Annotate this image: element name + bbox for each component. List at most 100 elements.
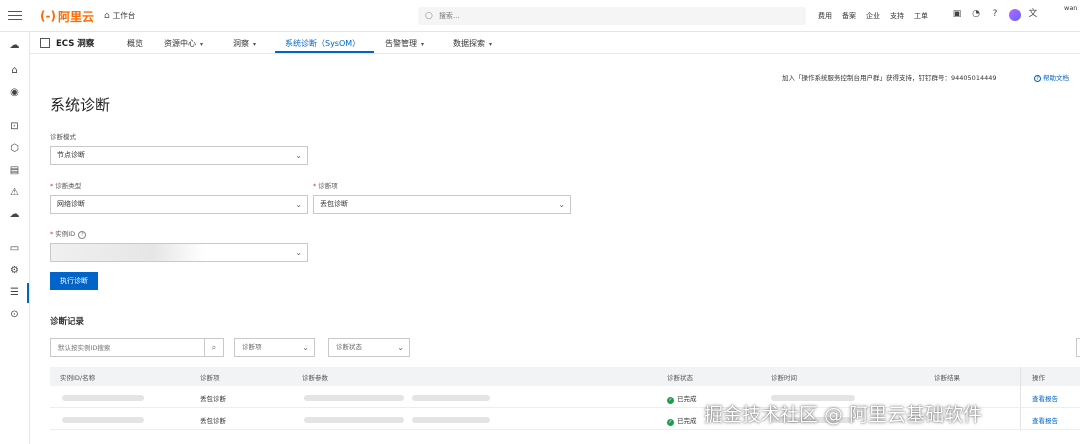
row-item: 丢包诊断: [200, 395, 226, 403]
col-time: 诊断时间: [771, 374, 797, 382]
help-icon[interactable]: ?: [990, 9, 1000, 19]
menu-icon[interactable]: [8, 8, 22, 22]
row-item: 丢包诊断: [200, 417, 226, 425]
item-value: 丢包诊断: [320, 200, 348, 208]
scan-icon[interactable]: ⊡: [8, 120, 21, 133]
link-fee[interactable]: 费用: [818, 11, 832, 21]
global-search[interactable]: ○: [418, 7, 806, 25]
tab-data-explore[interactable]: 数据探索 ▾: [453, 38, 492, 49]
type-value: 网络诊断: [57, 200, 85, 208]
params-blurred: [412, 395, 490, 401]
row-status: ✓ 已完成: [667, 417, 697, 426]
global-search-input[interactable]: [438, 12, 739, 20]
chevron-down-icon: ⌄: [295, 200, 302, 209]
bell-icon[interactable]: ◔: [971, 9, 981, 19]
params-blurred: [412, 417, 490, 423]
product-nav: ECS 洞察 概览 资源中心 ▾ 洞察 ▾ 系统诊断（SysOM） 告警管理 ▾ 数据…: [30, 32, 1080, 54]
cube-icon[interactable]: ⬡: [8, 142, 21, 155]
params-blurred: [304, 417, 404, 423]
col-params: 诊断参数: [302, 374, 328, 382]
link-beian[interactable]: 备案: [842, 11, 856, 21]
active-tab-underline: [275, 51, 374, 53]
product-title[interactable]: ECS 洞察: [40, 37, 94, 49]
instance-select[interactable]: ⌄: [50, 243, 308, 262]
screen-icon[interactable]: ▭: [8, 242, 21, 255]
question-icon: ?: [1034, 75, 1041, 82]
focus-icon[interactable]: ⊙: [8, 308, 21, 321]
search-icon[interactable]: ⌕: [204, 339, 223, 356]
row-status: ✓ 已完成: [667, 395, 697, 404]
language-icon[interactable]: 文: [1028, 9, 1038, 19]
tab-insight[interactable]: 洞察 ▾: [233, 38, 256, 49]
run-diagnosis-button[interactable]: 执行诊断: [50, 272, 98, 290]
type-label: * 诊断类型: [50, 182, 82, 190]
chevron-down-icon: ▾: [200, 41, 204, 48]
view-report-link[interactable]: 查看报告: [1032, 393, 1058, 403]
top-links: 费用 备案 企业 支持 工单: [818, 11, 938, 21]
chevron-down-icon: ⌄: [558, 200, 565, 209]
filter-status-select[interactable]: 诊断状态 ⌄: [328, 338, 410, 357]
tab-resource-center[interactable]: 资源中心 ▾: [164, 38, 203, 49]
logo-text: 阿里云: [57, 9, 94, 24]
col-status: 诊断状态: [667, 374, 693, 382]
type-select[interactable]: 网络诊断 ⌄: [50, 195, 308, 214]
filter-item-select[interactable]: 诊断项 ⌄: [234, 338, 315, 357]
mode-select[interactable]: 节点诊断 ⌄: [50, 146, 308, 165]
table-header: 实例ID/名称 诊断项 诊断参数 诊断状态 诊断时间 诊断结果 操作: [50, 367, 1080, 386]
tab-sysom[interactable]: 系统诊断（SysOM）: [285, 38, 360, 49]
tab-alert[interactable]: 告警管理 ▾: [385, 38, 424, 49]
home-icon[interactable]: ⌂: [8, 64, 21, 77]
cloud-sync-icon[interactable]: ☁: [8, 208, 21, 221]
link-ticket[interactable]: 工单: [914, 11, 928, 21]
workbench-link[interactable]: ⌂ 工作台: [104, 10, 135, 21]
gear-icon[interactable]: ⚙: [8, 264, 21, 277]
chevron-down-icon: ⌄: [295, 248, 302, 257]
chevron-down-icon: ▾: [489, 41, 493, 48]
col-item: 诊断项: [200, 374, 220, 382]
active-indicator: [27, 283, 29, 303]
col-result: 诊断结果: [934, 374, 960, 382]
col-action: 操作: [1032, 374, 1045, 382]
search-icon: ○: [425, 11, 433, 21]
question-icon: ?: [78, 231, 87, 239]
chevron-down-icon: ⌄: [295, 151, 302, 160]
instance-label: * 实例ID?: [50, 228, 87, 239]
aliyun-logo[interactable]: (-) 阿里云: [40, 8, 94, 24]
user-name[interactable]: wan: [1064, 4, 1077, 12]
help-doc-link[interactable]: ? 帮助文档: [1034, 72, 1069, 82]
records-search[interactable]: ⌕: [50, 338, 224, 357]
mode-value: 节点诊断: [57, 151, 85, 159]
alert-icon[interactable]: ⚠: [8, 186, 21, 199]
cloud-icon[interactable]: ☁: [8, 39, 21, 52]
left-sidebar: ☁ ⌂ ◉ ⊡ ⬡ ▤ ⚠ ☁ ▭ ⚙ ☰ ⊙: [0, 32, 30, 444]
link-support[interactable]: 支持: [890, 11, 904, 21]
records-title: 诊断记录: [50, 317, 85, 327]
page-title: 系统诊断: [50, 96, 111, 114]
terminal-icon[interactable]: ▣: [952, 9, 962, 19]
watermark: 掘金技术社区 @ 阿里云基础软件: [704, 404, 983, 426]
ecs-icon: [40, 38, 50, 48]
item-select[interactable]: 丢包诊断 ⌄: [313, 195, 571, 214]
monitor-icon[interactable]: ▤: [8, 164, 21, 177]
support-text: 加入「操作系统服务控制台用户群」获得支持，钉钉群号：94405014449: [782, 74, 997, 82]
mode-label: 诊断模式: [50, 133, 76, 141]
link-enterprise[interactable]: 企业: [866, 11, 880, 21]
workbench-label: 工作台: [112, 11, 136, 20]
view-report-link[interactable]: 查看报告: [1032, 415, 1058, 425]
col-instance: 实例ID/名称: [60, 374, 96, 382]
top-icons: ▣ ◔ ? 文: [952, 9, 1047, 21]
check-circle-icon: ✓: [667, 419, 674, 426]
instance-id-blurred: [62, 417, 144, 423]
params-blurred: [304, 395, 404, 401]
tab-overview[interactable]: 概览: [127, 38, 143, 49]
avatar[interactable]: [1009, 9, 1021, 21]
list-icon[interactable]: ☰: [8, 286, 21, 299]
check-circle-icon: ✓: [667, 397, 674, 404]
chart-icon[interactable]: ◉: [8, 86, 21, 99]
records-search-input[interactable]: [51, 343, 201, 352]
top-bar: (-) 阿里云 ⌂ 工作台 ○ 费用 备案 企业 支持 工单 ▣ ◔ ? 文 w…: [0, 0, 1080, 32]
item-label: * 诊断项: [313, 182, 338, 190]
logo-mark: (-): [40, 9, 56, 23]
column-settings-button[interactable]: [1076, 338, 1080, 357]
main-content: 加入「操作系统服务控制台用户群」获得支持，钉钉群号：94405014449 ? 帮…: [30, 54, 1080, 444]
